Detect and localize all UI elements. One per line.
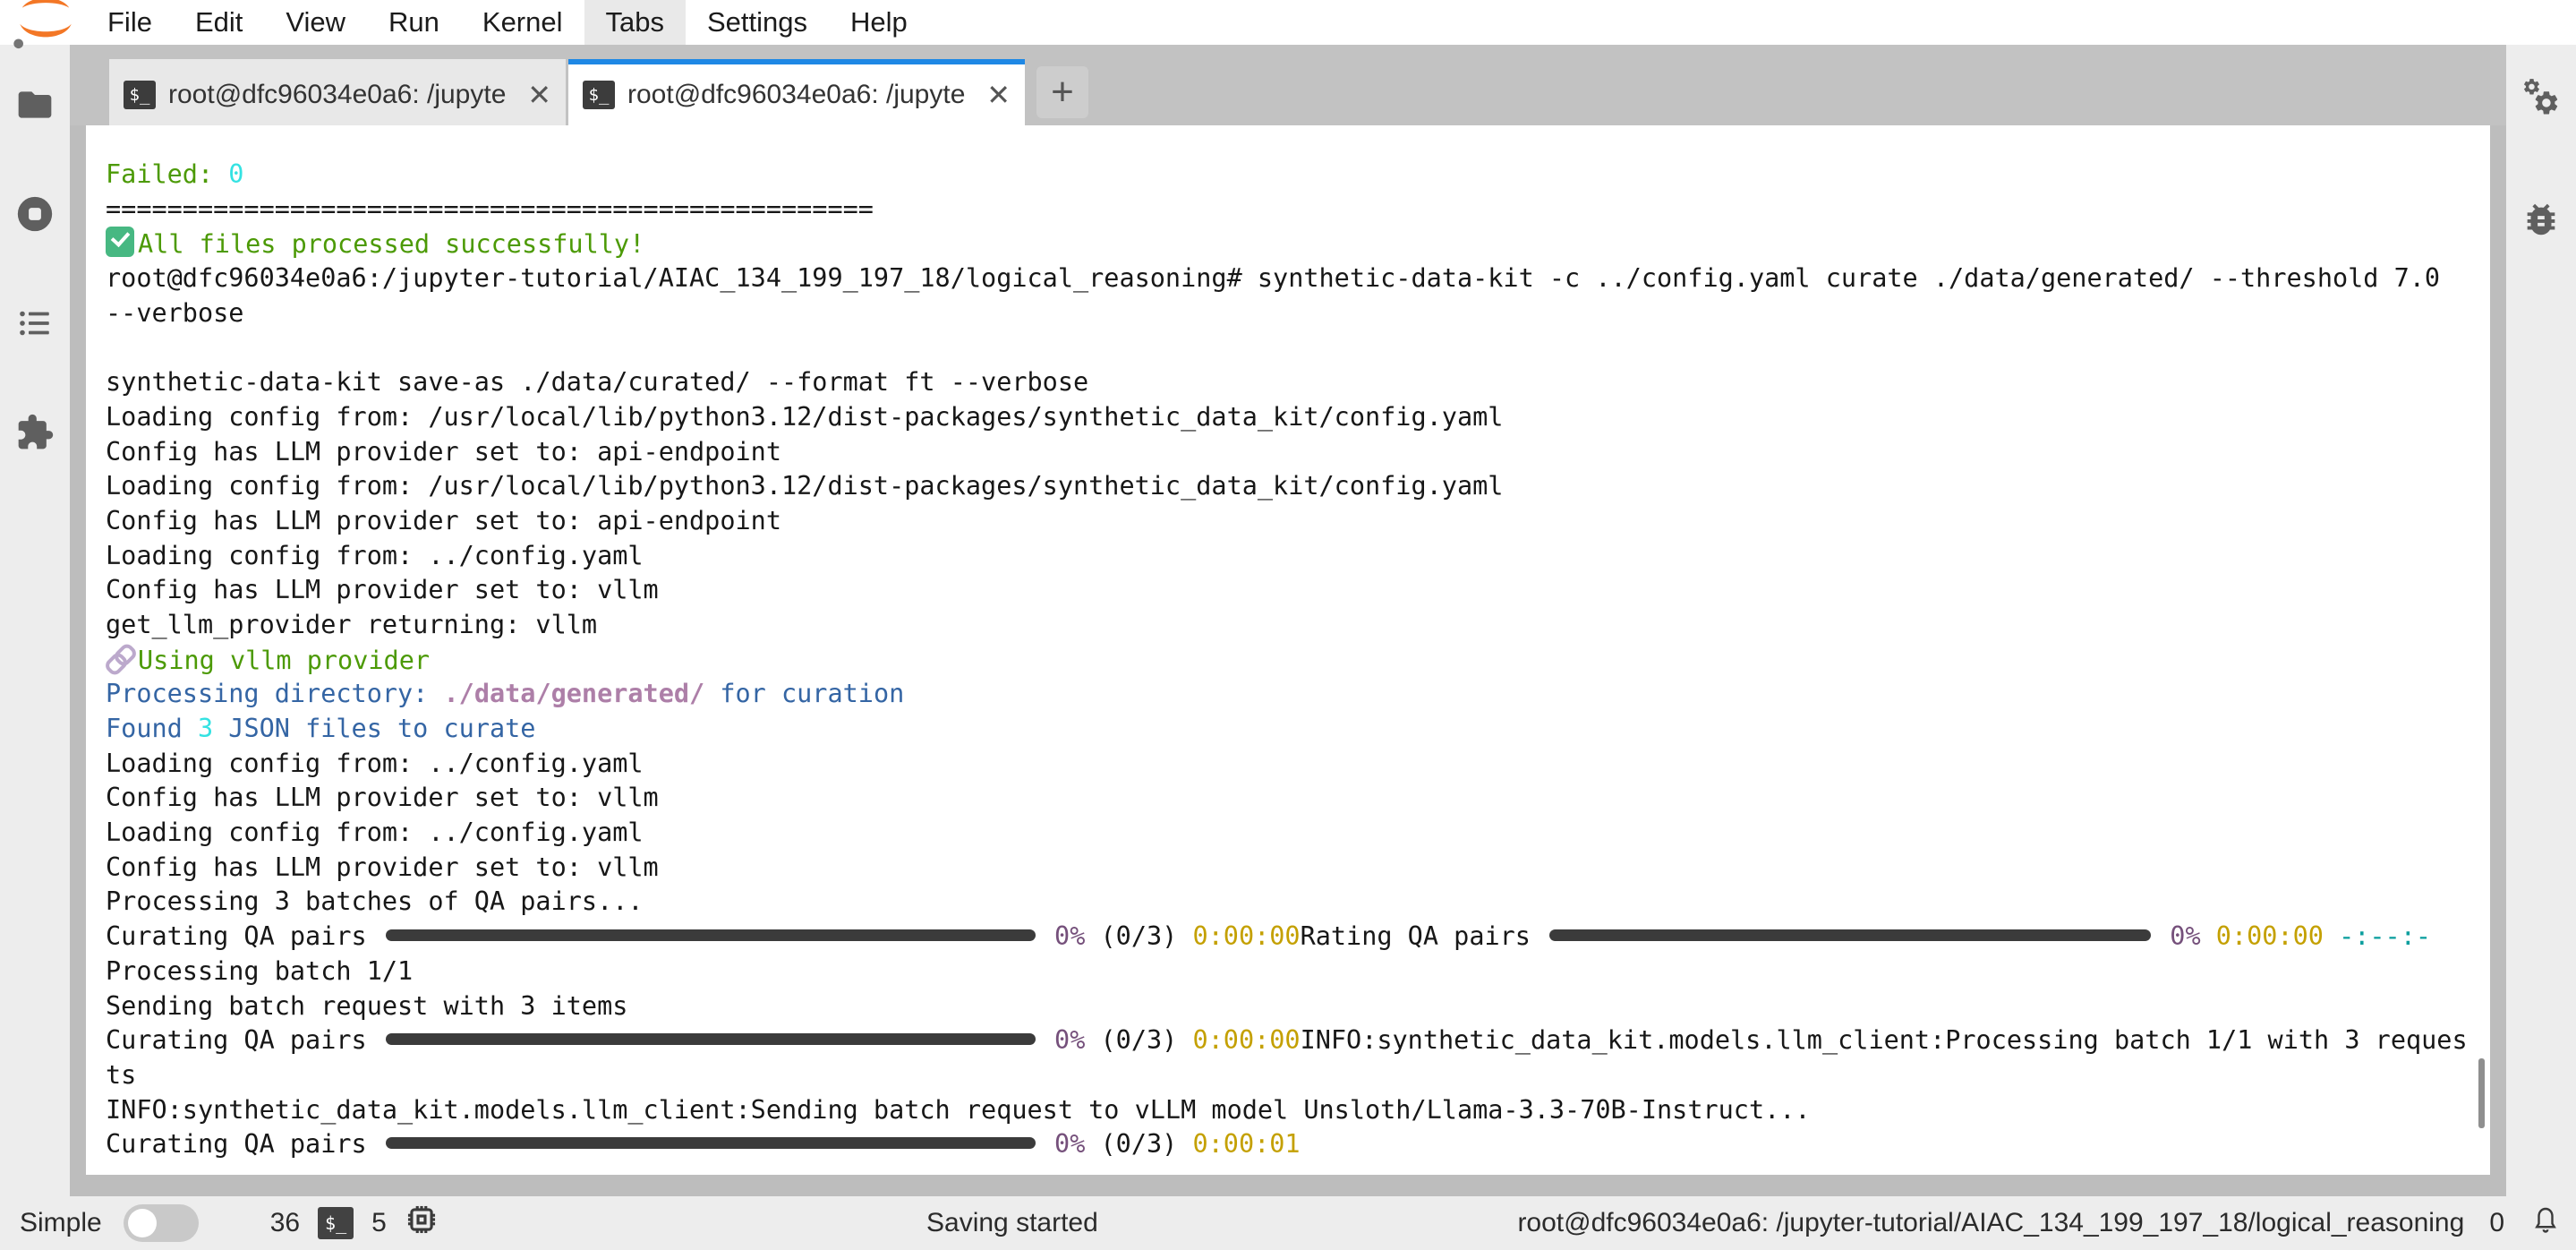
terminal-line: ts (106, 1058, 2490, 1093)
tab-label: root@dfc96034e0a6: /jupyte (168, 80, 522, 110)
menu-bar: FileEditViewRunKernelTabsSettingsHelp (0, 0, 2576, 45)
scrollbar-thumb[interactable] (2478, 1058, 2485, 1128)
folder-icon[interactable] (14, 84, 55, 125)
terminal-line: Curating QA pairs 0% (0/3) 0:00:01 (106, 1127, 2490, 1162)
simple-mode-toggle[interactable] (124, 1204, 199, 1242)
terminal-count: 5 (371, 1208, 387, 1238)
progress-bar (1549, 929, 2151, 941)
terminal-line: root@dfc96034e0a6:/jupyter-tutorial/AIAC… (106, 261, 2490, 296)
main-area: $_ root@dfc96034e0a6: /jupyte ✕ $_ root@… (0, 45, 2576, 1196)
kernel-chip-icon (405, 1203, 439, 1244)
property-inspector-icon[interactable] (2521, 77, 2562, 118)
kernel-count: 36 (270, 1208, 300, 1238)
jupyter-logo (0, 0, 86, 45)
menu-items: FileEditViewRunKernelTabsSettingsHelp (86, 0, 929, 45)
terminal-line: Config has LLM provider set to: api-endp… (106, 504, 2490, 539)
terminal-line (106, 330, 2490, 365)
terminal-line: synthetic-data-kit save-as ./data/curate… (106, 365, 2490, 400)
terminal-line: All files processed successfully! (106, 227, 2490, 261)
terminal-line: Sending batch request with 3 items (106, 989, 2490, 1024)
terminal-line: Processing 3 batches of QA pairs... (106, 885, 2490, 920)
progress-bar (386, 1137, 1036, 1149)
debugger-icon[interactable] (2521, 199, 2562, 240)
menu-item-view[interactable]: View (264, 0, 367, 45)
terminal-icon: $_ (318, 1207, 354, 1239)
tab-bar: $_ root@dfc96034e0a6: /jupyte ✕ $_ root@… (70, 45, 2506, 125)
new-tab-button[interactable]: + (1036, 66, 1088, 118)
table-of-contents-icon[interactable] (14, 303, 55, 344)
menu-item-help[interactable]: Help (829, 0, 929, 45)
menu-item-tabs[interactable]: Tabs (584, 0, 686, 45)
terminal-output[interactable]: Failed: 0===============================… (86, 125, 2490, 1175)
terminal-icon: $_ (124, 81, 156, 109)
terminal-line: Found 3 JSON files to curate (106, 712, 2490, 747)
center-column: $_ root@dfc96034e0a6: /jupyte ✕ $_ root@… (70, 45, 2506, 1196)
left-sidebar (0, 45, 70, 1196)
running-sessions-icon[interactable] (14, 193, 55, 235)
tab-terminal-2[interactable]: $_ root@dfc96034e0a6: /jupyte ✕ (568, 59, 1025, 125)
terminal-line: Curating QA pairs 0% (0/3) 0:00:00INFO:s… (106, 1023, 2490, 1058)
menu-item-run[interactable]: Run (367, 0, 461, 45)
right-sidebar (2506, 45, 2576, 1196)
menu-item-edit[interactable]: Edit (174, 0, 264, 45)
terminal-line: Config has LLM provider set to: vllm (106, 781, 2490, 816)
check-badge-icon (106, 227, 134, 257)
close-icon[interactable]: ✕ (986, 78, 1011, 112)
menu-item-file[interactable]: File (86, 0, 174, 45)
terminal-line: Loading config from: ../config.yaml (106, 539, 2490, 574)
terminal-line: Loading config from: ../config.yaml (106, 816, 2490, 851)
tab-label: root@dfc96034e0a6: /jupyte (627, 80, 981, 110)
menu-item-settings[interactable]: Settings (686, 0, 829, 45)
terminal-line: get_llm_provider returning: vllm (106, 608, 2490, 643)
progress-bar (386, 1033, 1036, 1045)
terminal-line: Config has LLM provider set to: vllm (106, 573, 2490, 608)
terminal-line: INFO:synthetic_data_kit.models.llm_clien… (106, 1093, 2490, 1128)
terminal-frame: Failed: 0===============================… (70, 125, 2506, 1196)
status-bar: Simple 36 $_ 5 Saving started root@dfc96… (0, 1196, 2576, 1250)
terminal-icon: $_ (583, 81, 615, 109)
bell-icon[interactable] (2529, 1203, 2562, 1243)
terminal-line: Processing batch 1/1 (106, 955, 2490, 989)
menu-item-kernel[interactable]: Kernel (461, 0, 584, 45)
terminal-line: ========================================… (106, 193, 2490, 227)
link-icon (106, 643, 136, 673)
terminal-line: Loading config from: /usr/local/lib/pyth… (106, 400, 2490, 435)
terminal-line: Curating QA pairs 0% (0/3) 0:00:00Rating… (106, 920, 2490, 955)
terminal-line: Using vllm provider (106, 643, 2490, 678)
terminal-line: Failed: 0 (106, 158, 2490, 193)
simple-mode-label: Simple (20, 1208, 102, 1238)
terminal-line: Loading config from: ../config.yaml (106, 747, 2490, 782)
terminal-line: Config has LLM provider set to: vllm (106, 851, 2490, 886)
terminal-line: --verbose (106, 296, 2490, 331)
status-message: Saving started (926, 1208, 1098, 1238)
tab-terminal-1[interactable]: $_ root@dfc96034e0a6: /jupyte ✕ (109, 59, 566, 125)
close-icon[interactable]: ✕ (527, 78, 551, 112)
extensions-icon[interactable] (14, 412, 55, 453)
current-path: root@dfc96034e0a6: /jupyter-tutorial/AIA… (1517, 1208, 2464, 1238)
notification-count: 0 (2489, 1208, 2504, 1238)
terminal-line: Loading config from: /usr/local/lib/pyth… (106, 469, 2490, 504)
terminal-line: Processing directory: ./data/generated/ … (106, 677, 2490, 712)
progress-bar (386, 929, 1036, 941)
terminal-line: Config has LLM provider set to: api-endp… (106, 435, 2490, 470)
